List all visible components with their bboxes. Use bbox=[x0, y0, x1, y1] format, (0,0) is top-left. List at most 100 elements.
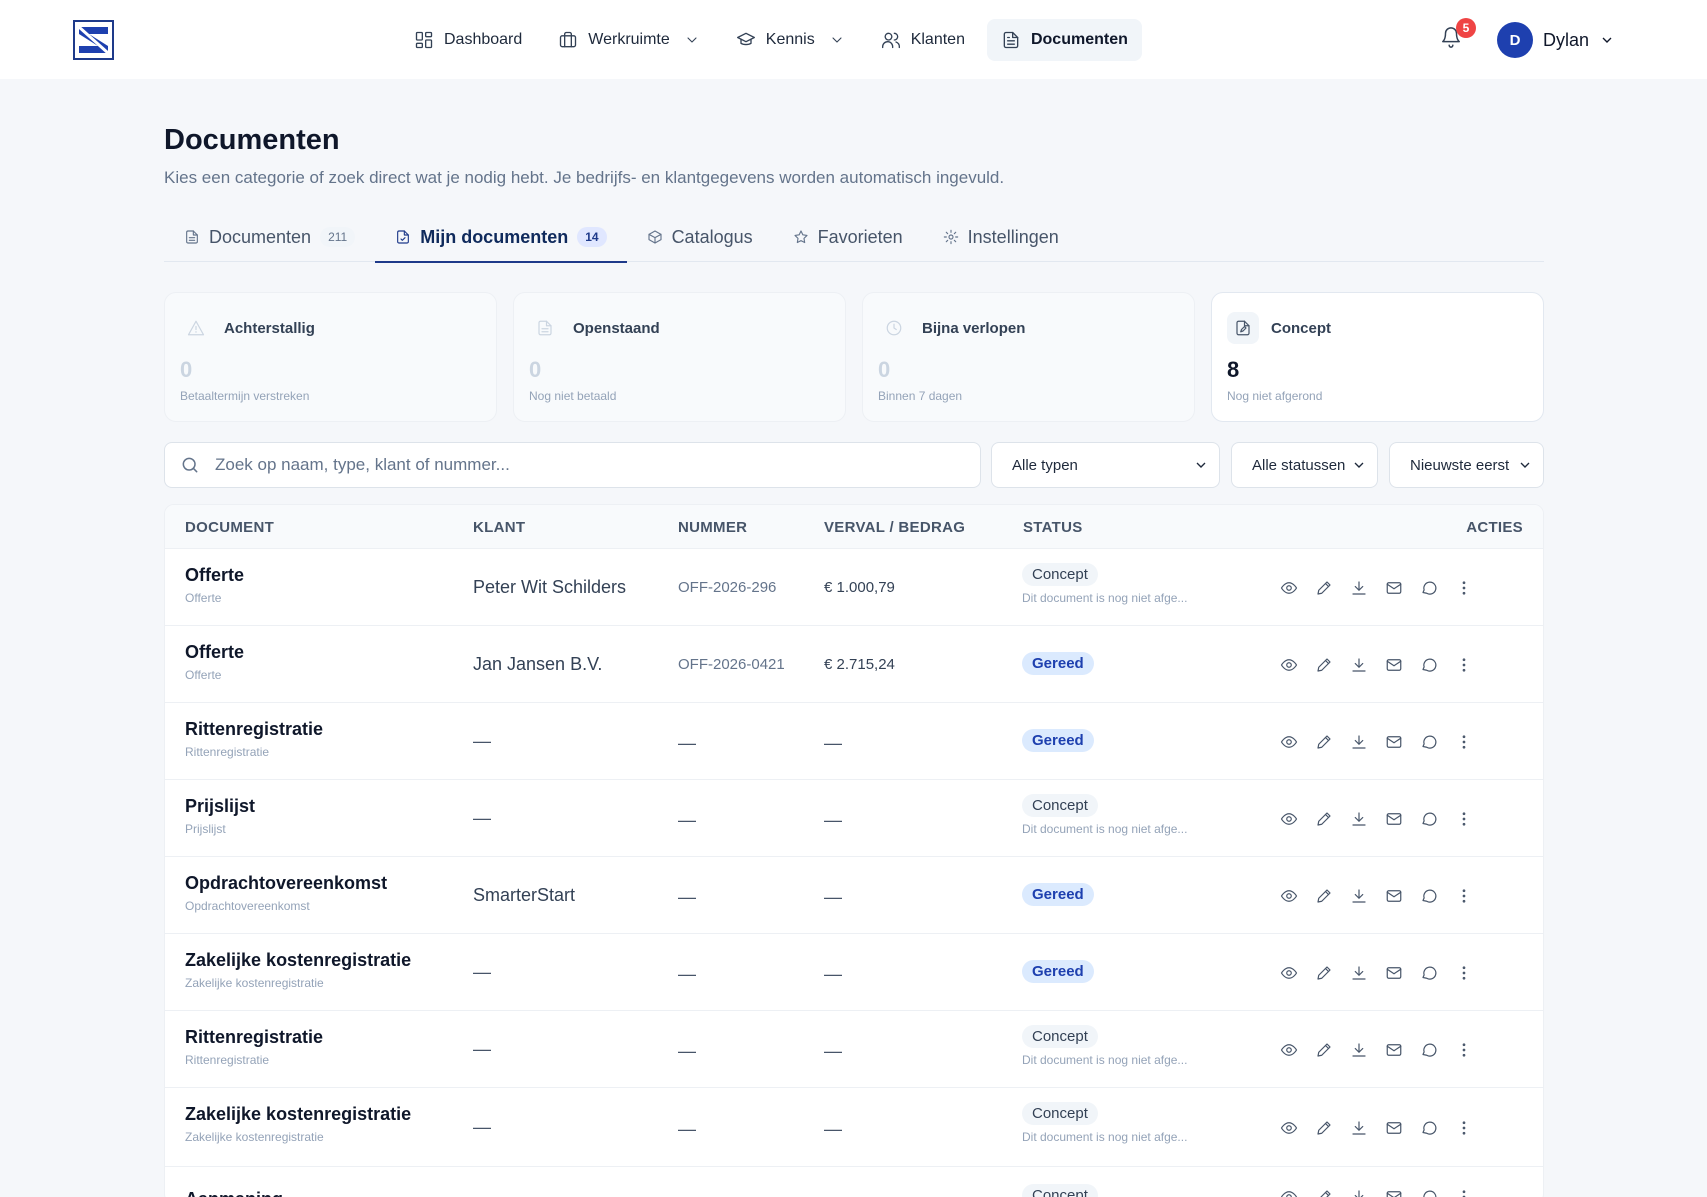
table-row[interactable]: Offerte Offerte Jan Jansen B.V. OFF-2026… bbox=[165, 626, 1543, 703]
column-header-document[interactable]: DOCUMENT bbox=[185, 519, 274, 536]
table-row[interactable]: Zakelijke kostenregistratie Zakelijke ko… bbox=[165, 1088, 1543, 1167]
search-box[interactable] bbox=[164, 442, 981, 488]
stat-card-openstaand[interactable]: Openstaand 0 Nog niet betaald bbox=[513, 292, 846, 422]
table-row[interactable]: Aanmaning Concept bbox=[165, 1167, 1543, 1197]
comment-button[interactable] bbox=[1419, 963, 1439, 983]
more-button[interactable] bbox=[1454, 655, 1474, 675]
view-button[interactable] bbox=[1279, 732, 1299, 752]
search-input[interactable] bbox=[215, 455, 915, 475]
document-name[interactable]: Offerte bbox=[185, 642, 244, 663]
more-button[interactable] bbox=[1454, 963, 1474, 983]
comment-button[interactable] bbox=[1419, 1118, 1439, 1138]
download-button[interactable] bbox=[1349, 809, 1369, 829]
stat-card-bijna-verlopen[interactable]: Bijna verlopen 0 Binnen 7 dagen bbox=[862, 292, 1195, 422]
tab-documenten[interactable]: Documenten 211 bbox=[164, 212, 375, 262]
download-button[interactable] bbox=[1349, 963, 1369, 983]
tab-favorieten[interactable]: Favorieten bbox=[773, 212, 923, 262]
nav-documenten[interactable]: Documenten bbox=[986, 19, 1142, 61]
document-name[interactable]: Zakelijke kostenregistratie bbox=[185, 950, 411, 971]
document-name[interactable]: Rittenregistratie bbox=[185, 719, 323, 740]
more-button[interactable] bbox=[1454, 1187, 1474, 1197]
edit-button[interactable] bbox=[1314, 1040, 1334, 1060]
edit-button[interactable] bbox=[1314, 886, 1334, 906]
more-button[interactable] bbox=[1454, 1118, 1474, 1138]
view-button[interactable] bbox=[1279, 655, 1299, 675]
document-name[interactable]: Offerte bbox=[185, 565, 244, 586]
view-button[interactable] bbox=[1279, 886, 1299, 906]
edit-button[interactable] bbox=[1314, 809, 1334, 829]
column-header-status[interactable]: STATUS bbox=[1023, 519, 1083, 536]
edit-button[interactable] bbox=[1314, 963, 1334, 983]
document-name[interactable]: Rittenregistratie bbox=[185, 1027, 323, 1048]
comment-button[interactable] bbox=[1419, 732, 1439, 752]
view-button[interactable] bbox=[1279, 578, 1299, 598]
comment-button[interactable] bbox=[1419, 655, 1439, 675]
download-button[interactable] bbox=[1349, 1118, 1369, 1138]
tab-instellingen[interactable]: Instellingen bbox=[923, 212, 1079, 262]
status-filter-select[interactable]: Alle statussen bbox=[1231, 442, 1378, 488]
download-button[interactable] bbox=[1349, 1040, 1369, 1060]
email-button[interactable] bbox=[1384, 809, 1404, 829]
view-button[interactable] bbox=[1279, 1040, 1299, 1060]
document-name[interactable]: Prijslijst bbox=[185, 796, 255, 817]
edit-button[interactable] bbox=[1314, 1187, 1334, 1197]
stat-card-achterstallig[interactable]: Achterstallig 0 Betaaltermijn verstreken bbox=[164, 292, 497, 422]
table-row[interactable]: Prijslijst Prijslijst — — — Concept Dit … bbox=[165, 780, 1543, 857]
table-row[interactable]: Zakelijke kostenregistratie Zakelijke ko… bbox=[165, 934, 1543, 1011]
email-button[interactable] bbox=[1384, 1187, 1404, 1197]
comment-button[interactable] bbox=[1419, 1040, 1439, 1060]
email-button[interactable] bbox=[1384, 886, 1404, 906]
document-name[interactable]: Zakelijke kostenregistratie bbox=[185, 1104, 411, 1125]
more-button[interactable] bbox=[1454, 732, 1474, 752]
download-button[interactable] bbox=[1349, 886, 1369, 906]
edit-button[interactable] bbox=[1314, 1118, 1334, 1138]
table-row[interactable]: Opdrachtovereenkomst Opdrachtovereenkoms… bbox=[165, 857, 1543, 934]
nav-kennis[interactable]: Kennis bbox=[722, 19, 859, 61]
edit-button[interactable] bbox=[1314, 578, 1334, 598]
view-button[interactable] bbox=[1279, 963, 1299, 983]
email-button[interactable] bbox=[1384, 963, 1404, 983]
type-filter-select[interactable]: Alle typen bbox=[991, 442, 1220, 488]
more-button[interactable] bbox=[1454, 809, 1474, 829]
status-note: Dit document is nog niet afge... bbox=[1022, 591, 1188, 605]
comment-button[interactable] bbox=[1419, 1187, 1439, 1197]
edit-button[interactable] bbox=[1314, 732, 1334, 752]
table-row[interactable]: Rittenregistratie Rittenregistratie — — … bbox=[165, 703, 1543, 780]
download-button[interactable] bbox=[1349, 578, 1369, 598]
download-button[interactable] bbox=[1349, 732, 1369, 752]
sort-select[interactable]: Nieuwste eerst bbox=[1389, 442, 1544, 488]
download-button[interactable] bbox=[1349, 655, 1369, 675]
email-button[interactable] bbox=[1384, 1040, 1404, 1060]
edit-button[interactable] bbox=[1314, 655, 1334, 675]
document-name[interactable]: Opdrachtovereenkomst bbox=[185, 873, 387, 894]
tab-mijn-documenten[interactable]: Mijn documenten 14 bbox=[375, 212, 627, 263]
email-button[interactable] bbox=[1384, 655, 1404, 675]
view-button[interactable] bbox=[1279, 1187, 1299, 1197]
nav-dashboard[interactable]: Dashboard bbox=[400, 19, 536, 61]
comment-button[interactable] bbox=[1419, 886, 1439, 906]
more-button[interactable] bbox=[1454, 1040, 1474, 1060]
email-button[interactable] bbox=[1384, 1118, 1404, 1138]
column-header-nummer[interactable]: NUMMER bbox=[678, 519, 747, 536]
view-button[interactable] bbox=[1279, 809, 1299, 829]
more-button[interactable] bbox=[1454, 578, 1474, 598]
column-header-verval-bedrag[interactable]: VERVAL / BEDRAG bbox=[824, 519, 965, 536]
stat-card-concept[interactable]: Concept 8 Nog niet afgerond bbox=[1211, 292, 1544, 422]
download-button[interactable] bbox=[1349, 1187, 1369, 1197]
user-menu[interactable]: D Dylan bbox=[1497, 22, 1615, 58]
email-button[interactable] bbox=[1384, 578, 1404, 598]
email-button[interactable] bbox=[1384, 732, 1404, 752]
app-logo[interactable] bbox=[73, 20, 114, 60]
table-row[interactable]: Offerte Offerte Peter Wit Schilders OFF-… bbox=[165, 549, 1543, 626]
more-button[interactable] bbox=[1454, 886, 1474, 906]
comment-button[interactable] bbox=[1419, 809, 1439, 829]
nav-werkruimte[interactable]: Werkruimte bbox=[544, 19, 714, 61]
tab-catalogus[interactable]: Catalogus bbox=[627, 212, 773, 262]
nav-klanten[interactable]: Klanten bbox=[867, 19, 979, 61]
due-amount: — bbox=[824, 733, 842, 753]
document-name[interactable]: Aanmaning bbox=[185, 1189, 283, 1197]
comment-button[interactable] bbox=[1419, 578, 1439, 598]
column-header-klant[interactable]: KLANT bbox=[473, 519, 525, 536]
view-button[interactable] bbox=[1279, 1118, 1299, 1138]
table-row[interactable]: Rittenregistratie Rittenregistratie — — … bbox=[165, 1011, 1543, 1088]
